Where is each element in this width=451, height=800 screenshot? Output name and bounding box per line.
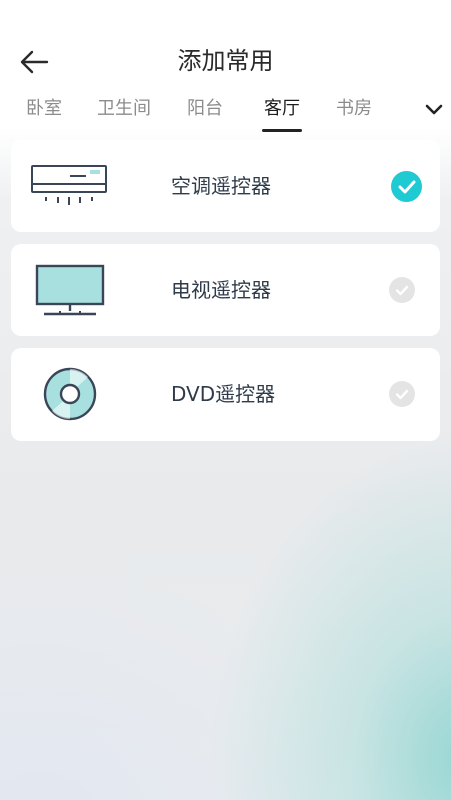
check-icon (398, 180, 415, 193)
air-conditioner-icon (29, 156, 111, 216)
device-label: 电视遥控器 (171, 278, 271, 302)
tab-balcony[interactable]: 阳台 (187, 92, 223, 126)
device-card-air-conditioner[interactable]: 空调遥控器 (11, 140, 440, 232)
tab-study[interactable]: 书房 (336, 92, 372, 126)
device-label: DVD遥控器 (171, 382, 276, 406)
selected-check-button[interactable] (391, 171, 422, 202)
tab-living-room[interactable]: 客厅 (262, 92, 302, 132)
dvd-disc-icon (29, 364, 111, 424)
device-card-dvd[interactable]: DVD遥控器 (11, 348, 440, 441)
tv-icon (29, 260, 111, 320)
tab-bedroom[interactable]: 卧室 (26, 92, 62, 126)
room-tabs: 卧室 卫生间 阳台 客厅 书房 (0, 92, 451, 132)
tab-more-button[interactable] (416, 92, 451, 128)
check-icon (395, 389, 409, 399)
unselected-check-button[interactable] (389, 381, 415, 407)
tab-fade (396, 92, 416, 128)
device-card-tv[interactable]: 电视遥控器 (11, 244, 440, 336)
check-icon (395, 285, 409, 295)
page-title: 添加常用 (177, 47, 274, 75)
unselected-check-button[interactable] (389, 277, 415, 303)
device-label: 空调遥控器 (171, 174, 271, 198)
header: 添加常用 卧室 卫生间 阳台 客厅 书房 (0, 0, 451, 132)
tab-bathroom[interactable]: 卫生间 (97, 92, 151, 126)
device-list: 空调遥控器 电视遥控器 DVD遥控器 (11, 140, 440, 453)
chevron-down-icon (425, 104, 442, 115)
